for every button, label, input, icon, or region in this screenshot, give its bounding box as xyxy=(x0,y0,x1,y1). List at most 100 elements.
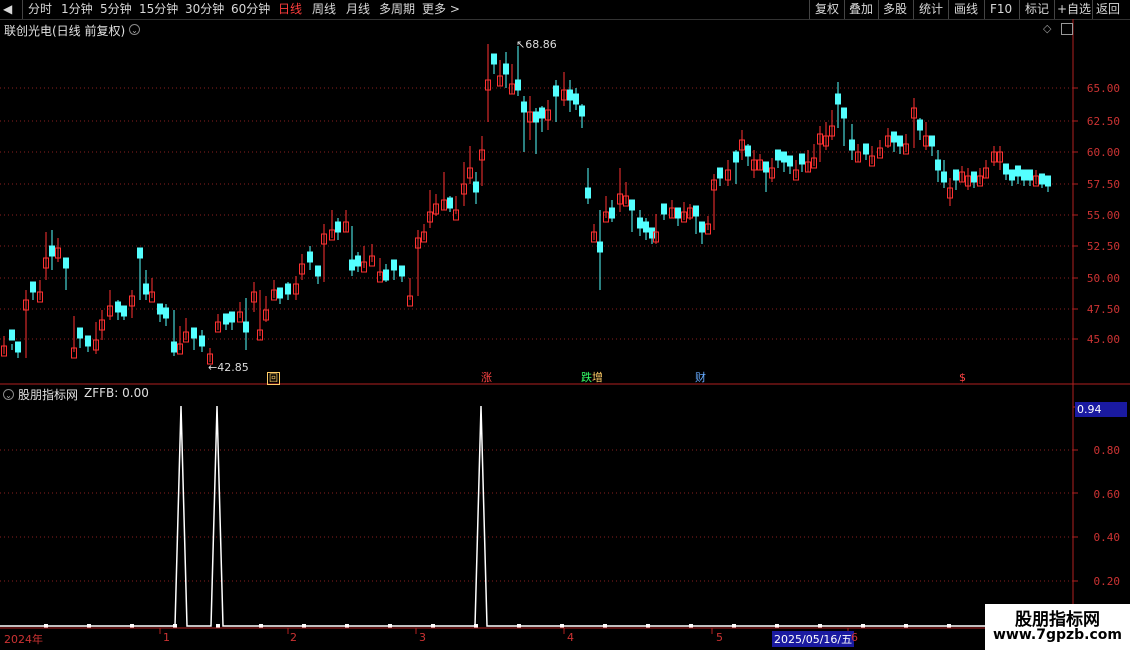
candle-body xyxy=(699,221,705,233)
indicator-point xyxy=(603,624,607,628)
price-tick: 45.00 xyxy=(1086,333,1120,346)
indicator-point xyxy=(130,624,134,628)
indicator-title[interactable]: 股朋指标网 xyxy=(18,386,78,403)
price-tick: 55.00 xyxy=(1086,209,1120,222)
chevron-down-icon[interactable]: ⌄ xyxy=(129,24,140,35)
indicator-point xyxy=(474,624,478,628)
candle-body xyxy=(929,135,935,147)
candle-body xyxy=(15,341,21,353)
candle-body xyxy=(799,153,805,165)
indicator-point xyxy=(216,624,220,628)
indicator-point xyxy=(517,624,521,628)
candle-body xyxy=(307,251,313,263)
candle-body xyxy=(121,305,127,317)
candle-body xyxy=(349,259,355,271)
candle-body xyxy=(521,101,527,113)
indicator-formula: ZFFB: 0.00 xyxy=(84,386,149,400)
current-value-badge: 0.94 xyxy=(1075,402,1127,417)
candle-body xyxy=(1021,169,1027,181)
candle-body xyxy=(9,329,15,341)
candle-body xyxy=(643,221,649,233)
candle-body xyxy=(1015,165,1021,177)
high-annotation: ↖68.86 xyxy=(516,38,557,51)
candle-body xyxy=(745,145,751,157)
candle-body xyxy=(473,181,479,193)
price-tick: 47.50 xyxy=(1086,303,1120,316)
indicator-point xyxy=(904,624,908,628)
candle-body xyxy=(447,197,453,209)
candle-body xyxy=(953,169,959,181)
candle-body xyxy=(775,149,781,161)
candle-body xyxy=(223,313,229,325)
candle-body xyxy=(1045,175,1051,187)
candle-body xyxy=(835,93,841,105)
chevron-down-icon[interactable]: ⌄ xyxy=(3,389,14,400)
dividend-marker[interactable]: $ xyxy=(959,372,966,384)
candle-body xyxy=(573,93,579,105)
candle-body xyxy=(609,207,615,219)
candle-body xyxy=(863,143,869,155)
candle-body xyxy=(137,247,143,259)
candle-body xyxy=(383,269,389,281)
candle-body xyxy=(841,107,847,119)
date-cursor-label: 2025/05/16/五 xyxy=(772,631,855,647)
indicator-point xyxy=(44,624,48,628)
candle-body xyxy=(539,107,545,119)
finance-marker[interactable]: 财 xyxy=(695,372,706,384)
increase-marker-text: 增 xyxy=(592,371,603,384)
candle-body xyxy=(399,265,405,277)
price-tick: 65.00 xyxy=(1086,82,1120,95)
buyback-marker[interactable]: 回 xyxy=(267,372,280,385)
candle-body xyxy=(243,321,249,333)
kline-chart[interactable] xyxy=(0,0,1130,650)
candle-body xyxy=(1039,173,1045,185)
candle-body xyxy=(199,335,205,347)
candle-body xyxy=(637,217,643,229)
year-label: 2024年 xyxy=(4,633,43,646)
candle-body xyxy=(515,79,521,91)
month-label: 6 xyxy=(851,631,858,644)
indicator-point xyxy=(732,624,736,628)
candle-body xyxy=(315,265,321,277)
candle-body xyxy=(941,171,947,183)
indicator-point xyxy=(775,624,779,628)
price-tick: 57.50 xyxy=(1086,178,1120,191)
candle-body xyxy=(1027,169,1033,181)
stock-title: 联创光电(日线 前复权) xyxy=(4,22,125,39)
candle-body xyxy=(675,207,681,219)
month-label: 1 xyxy=(163,631,170,644)
month-label: 3 xyxy=(419,631,426,644)
candle-body xyxy=(503,63,509,75)
price-tick: 62.50 xyxy=(1086,115,1120,128)
window-icon[interactable] xyxy=(1061,23,1073,35)
candle-body xyxy=(1003,163,1009,175)
candle-body xyxy=(391,259,397,271)
candle-body xyxy=(163,307,169,319)
indicator-point xyxy=(302,624,306,628)
candle-body xyxy=(971,171,977,183)
candle-body xyxy=(115,301,121,313)
candle-body xyxy=(63,257,69,269)
increase-marker[interactable]: 跌增 xyxy=(581,372,603,384)
candle-body xyxy=(157,303,163,315)
candle-body xyxy=(491,53,497,65)
candle-body xyxy=(355,255,361,267)
candle-body xyxy=(49,245,55,257)
candle-body xyxy=(917,119,923,131)
limit-up-marker[interactable]: 涨 xyxy=(481,372,492,384)
price-tick: 52.50 xyxy=(1086,240,1120,253)
candle-body xyxy=(693,205,699,217)
candle-body xyxy=(897,135,903,147)
candle-body xyxy=(567,89,573,101)
price-tick: 50.00 xyxy=(1086,272,1120,285)
candle-body xyxy=(661,203,667,215)
watermark-url: www.7gpzb.com xyxy=(992,627,1122,643)
indicator-point xyxy=(947,624,951,628)
candle-body xyxy=(781,151,787,163)
candle-body xyxy=(629,199,635,211)
diamond-icon[interactable]: ◇ xyxy=(1043,22,1051,35)
candle-body xyxy=(935,159,941,171)
candle-body xyxy=(597,241,603,253)
low-annotation: ←42.85 xyxy=(208,361,249,374)
indicator-point xyxy=(818,624,822,628)
